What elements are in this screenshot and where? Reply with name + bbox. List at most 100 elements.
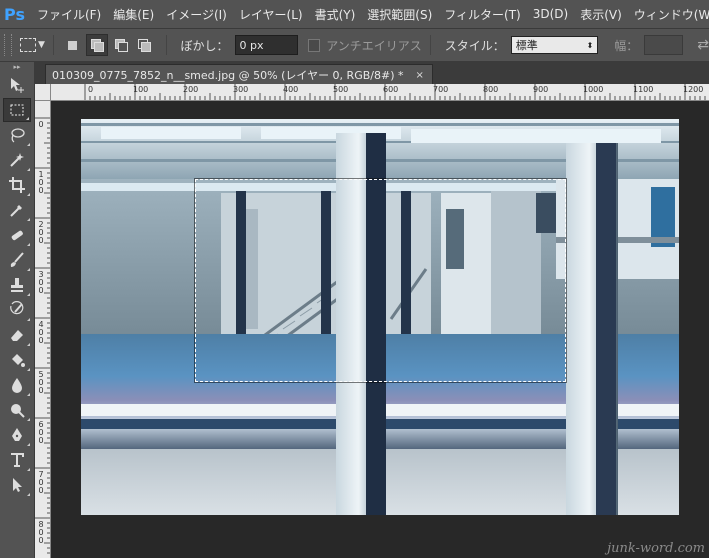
new-selection-icon (67, 40, 77, 50)
menu-3d[interactable]: 3D(D) (527, 7, 574, 21)
paint-bucket-icon (12, 354, 25, 367)
menu-view[interactable]: 表示(V) (574, 6, 628, 23)
style-select-value: 標準 (515, 39, 538, 52)
style-select[interactable]: 標準 ⬍ (510, 36, 599, 54)
dodge-icon (11, 404, 25, 418)
menu-layer[interactable]: レイヤー(L) (233, 6, 309, 23)
marquee-icon (10, 104, 24, 116)
paint-bucket-tool[interactable] (3, 348, 31, 372)
ruler-label: 300 (233, 85, 249, 94)
move-icon (11, 78, 24, 93)
blur-tool[interactable] (3, 373, 31, 397)
stamp-icon (11, 278, 23, 292)
vertical-ruler[interactable]: 0 1 0 0 2 0 0 3 0 0 4 0 0 5 0 0 6 0 0 7 … (35, 84, 51, 558)
ruler-label: 8 0 0 (38, 520, 44, 545)
type-tool[interactable] (3, 448, 31, 472)
ruler-label: 2 0 0 (38, 220, 44, 245)
ruler-label: 200 (183, 85, 199, 94)
menu-filter[interactable]: フィルター(T) (438, 6, 526, 23)
crop-tool[interactable] (3, 173, 31, 197)
feather-input[interactable]: 0 px (234, 35, 299, 55)
rectangular-marquee-icon (20, 38, 37, 52)
ruler-label: 600 (383, 85, 399, 94)
lasso-tool[interactable] (3, 123, 31, 147)
antialias-label: アンチエイリアス (326, 38, 422, 53)
clone-stamp-tool[interactable] (3, 273, 31, 297)
ruler-label: 3 0 0 (38, 270, 44, 295)
document-tab-title: 010309_0775_7852_n__smed.jpg @ 50% (レイヤー… (52, 69, 404, 82)
type-icon (11, 453, 24, 467)
rectangular-marquee-tool[interactable] (3, 98, 31, 122)
updown-chevron-icon: ⬍ (586, 40, 594, 50)
menu-image[interactable]: イメージ(I) (160, 6, 233, 23)
divider (53, 35, 55, 55)
antialias-checkbox[interactable] (308, 38, 321, 52)
ruler-label: 6 0 0 (38, 420, 44, 445)
photoshop-logo[interactable]: Ps (4, 3, 25, 25)
style-label: スタイル： (444, 38, 505, 53)
width-label: 幅： (614, 38, 639, 53)
intersect-selection-icon (138, 39, 152, 52)
history-brush-icon (10, 301, 24, 315)
marquee-selection[interactable] (195, 179, 566, 382)
options-bar-grip[interactable] (4, 34, 12, 56)
new-selection-button[interactable] (62, 35, 82, 55)
path-selection-tool[interactable] (3, 473, 31, 497)
swap-icon[interactable]: ⇄ (697, 37, 709, 53)
menu-select[interactable]: 選択範囲(S) (361, 6, 438, 23)
subtract-from-selection-button[interactable] (111, 35, 131, 55)
eraser-tool[interactable] (3, 323, 31, 347)
add-to-selection-button[interactable] (85, 34, 108, 56)
document-tab-bar: 010309_0775_7852_n__smed.jpg @ 50% (レイヤー… (35, 62, 709, 85)
menu-type[interactable]: 書式(Y) (309, 6, 362, 23)
eyedropper-tool[interactable] (3, 198, 31, 222)
healing-brush-tool[interactable] (3, 223, 31, 247)
ruler-label: 800 (483, 85, 499, 94)
eraser-icon (11, 330, 23, 341)
ruler-label: 1200 (683, 85, 704, 94)
ruler-label: 1000 (583, 85, 604, 94)
tools-panel: ▸▸ (0, 62, 35, 558)
ruler-label: 1 0 0 (38, 170, 44, 195)
canvas-area[interactable] (51, 101, 709, 558)
history-brush-tool[interactable] (3, 298, 31, 322)
width-input[interactable] (644, 35, 684, 55)
brush-tool[interactable] (3, 248, 31, 272)
menu-edit[interactable]: 編集(E) (107, 6, 160, 23)
ruler-label: 1100 (633, 85, 654, 94)
ruler-label: 400 (283, 85, 299, 94)
divider (429, 35, 431, 55)
ruler-label: 900 (533, 85, 549, 94)
options-bar: ▼ ぼかし： 0 px アンチエイリアス スタイル： 標準 ⬍ 幅： ⇄ (0, 29, 709, 62)
feather-label: ぼかし： (180, 38, 229, 53)
drop-icon (12, 378, 22, 393)
dodge-tool[interactable] (3, 398, 31, 422)
menu-file[interactable]: ファイル(F) (31, 6, 107, 23)
eyedropper-icon (10, 205, 22, 217)
divider (165, 35, 167, 55)
close-icon[interactable]: × (415, 70, 423, 81)
menu-window[interactable]: ウィンドウ(W) (628, 6, 709, 23)
lasso-icon (11, 128, 25, 143)
bandage-icon (11, 230, 23, 241)
ruler-label: 4 0 0 (38, 320, 44, 345)
ruler-origin[interactable] (35, 84, 51, 101)
menu-bar: Ps ファイル(F) 編集(E) イメージ(I) レイヤー(L) 書式(Y) 選… (0, 0, 709, 29)
tool-preset-picker[interactable]: ▼ (20, 34, 46, 56)
arrow-cursor-icon (13, 478, 22, 492)
ruler-label: 700 (433, 85, 449, 94)
ruler-label: 100 (133, 85, 149, 94)
pen-tool[interactable] (3, 423, 31, 447)
add-selection-icon (90, 39, 104, 52)
document-tab[interactable]: 010309_0775_7852_n__smed.jpg @ 50% (レイヤー… (45, 64, 433, 85)
magic-wand-tool[interactable] (3, 148, 31, 172)
horizontal-ruler-ticks (84, 84, 706, 100)
ruler-label: 0 (38, 120, 44, 129)
magic-wand-icon (10, 153, 24, 167)
intersect-selection-button[interactable] (134, 35, 154, 55)
move-tool[interactable] (3, 73, 31, 97)
horizontal-ruler[interactable]: 0 100 200 300 400 500 600 700 800 900 10… (50, 84, 709, 101)
crop-icon (9, 177, 25, 193)
tools-panel-collapse[interactable]: ▸▸ (0, 62, 34, 72)
brush-icon (10, 252, 24, 267)
